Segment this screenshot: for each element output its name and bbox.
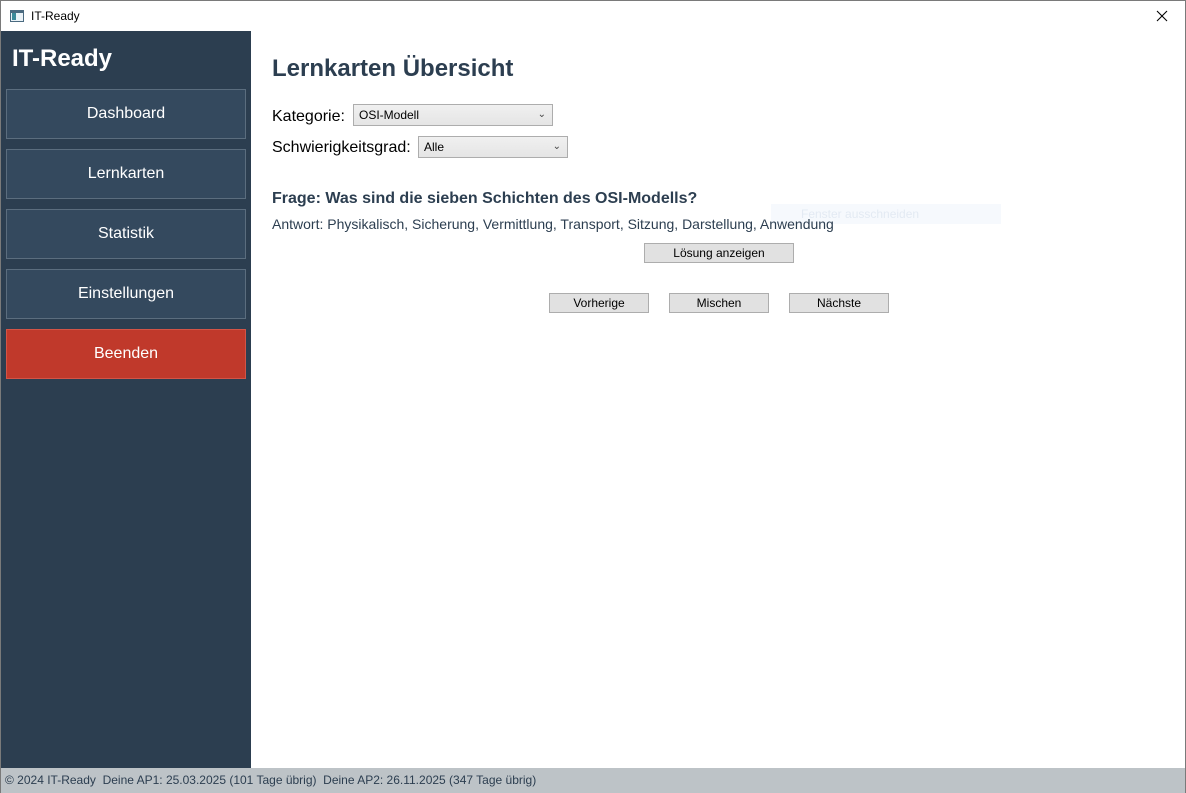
show-solution-button[interactable]: Lösung anzeigen <box>644 243 794 263</box>
sidebar-item-beenden[interactable]: Beenden <box>6 329 246 379</box>
sidebar-item-statistik[interactable]: Statistik <box>6 209 246 259</box>
page-title: Lernkarten Übersicht <box>272 55 514 82</box>
previous-label: Vorherige <box>573 296 625 310</box>
title-bar: IT-Ready <box>1 1 1185 31</box>
sidebar-item-label: Lernkarten <box>87 165 165 182</box>
main-content: Lernkarten Übersicht Kategorie: OSI-Mode… <box>251 31 1185 768</box>
show-solution-label: Lösung anzeigen <box>673 246 765 260</box>
sidebar-item-label: Dashboard <box>86 105 166 122</box>
next-label: Nächste <box>816 296 862 310</box>
sidebar: IT-Ready Dashboard Lernkarten Statistik … <box>1 31 251 768</box>
status-ap1: Deine AP1: 25.03.2025 (101 Tage übrig) <box>102 773 317 787</box>
sidebar-item-dashboard[interactable]: Dashboard <box>6 89 246 139</box>
sidebar-brand: IT-Ready <box>12 45 113 72</box>
previous-button[interactable]: Vorherige <box>549 293 649 313</box>
chevron-down-icon: ⌄ <box>552 141 561 152</box>
app-window-icon <box>10 10 24 22</box>
difficulty-select[interactable]: Alle ⌄ <box>418 136 568 158</box>
difficulty-select-value: Alle <box>424 140 445 154</box>
close-button[interactable] <box>1139 1 1185 31</box>
close-icon <box>1156 10 1168 22</box>
sidebar-item-lernkarten[interactable]: Lernkarten <box>6 149 246 199</box>
sidebar-item-label: Statistik <box>97 225 154 242</box>
category-label: Kategorie: <box>272 108 345 125</box>
status-ap2: Deine AP2: 26.11.2025 (347 Tage übrig) <box>323 773 537 787</box>
category-select[interactable]: OSI-Modell ⌄ <box>353 104 553 126</box>
sidebar-item-einstellungen[interactable]: Einstellungen <box>6 269 246 319</box>
shuffle-label: Mischen <box>696 296 742 310</box>
sidebar-item-label: Einstellungen <box>77 285 175 302</box>
status-copyright: © 2024 IT-Ready <box>5 773 96 787</box>
status-bar: © 2024 IT-Ready Deine AP1: 25.03.2025 (1… <box>1 768 1185 793</box>
flashcard-question: Frage: Was sind die sieben Schichten des… <box>272 190 698 207</box>
category-select-value: OSI-Modell <box>359 108 420 122</box>
chevron-down-icon: ⌄ <box>537 109 546 120</box>
sidebar-item-label: Beenden <box>93 345 159 362</box>
next-button[interactable]: Nächste <box>789 293 889 313</box>
shuffle-button[interactable]: Mischen <box>669 293 769 313</box>
flashcard-answer: Antwort: Physikalisch, Sicherung, Vermit… <box>272 216 834 232</box>
app-window: IT-Ready IT-Ready Dashboard Lernkarten S… <box>0 0 1186 793</box>
window-title: IT-Ready <box>31 9 80 23</box>
difficulty-label: Schwierigkeitsgrad: <box>272 139 411 156</box>
